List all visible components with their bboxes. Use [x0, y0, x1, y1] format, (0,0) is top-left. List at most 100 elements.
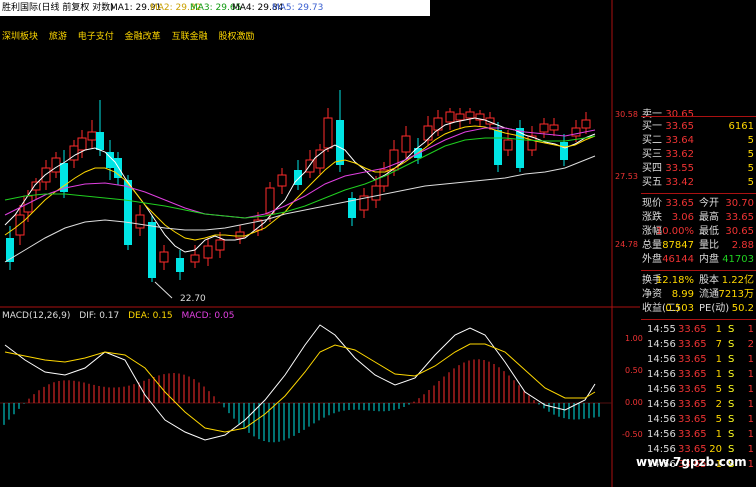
- candlesticks: [6, 90, 591, 282]
- stat-label: 最低: [699, 226, 719, 237]
- tick-time: 14:56: [647, 414, 676, 425]
- tick-count: 1: [747, 459, 754, 470]
- tick-time: 14:55: [647, 324, 676, 335]
- tick-side: S: [728, 429, 735, 440]
- bid-row: 买一 33.65 6161: [641, 120, 756, 134]
- stat-row: 净资 8.99 流通 7213万: [641, 288, 756, 302]
- candle-body: [539, 123, 549, 133]
- stat-label: 今开: [699, 198, 719, 209]
- bid-label: 买四: [642, 163, 662, 174]
- dif-line: [4, 324, 596, 441]
- candle-body: [159, 251, 169, 263]
- tick-count: 1: [747, 384, 754, 395]
- low-marker-line: [154, 281, 173, 299]
- tick-count: 1: [747, 414, 754, 425]
- bid-price: 33.64: [665, 135, 694, 146]
- tick-count: 2: [747, 339, 754, 350]
- tick-volume: 1: [715, 429, 722, 440]
- tick-count: 1: [747, 429, 754, 440]
- bid-row: 买三 33.62 5: [641, 148, 756, 162]
- tick-price: 33.65: [678, 414, 707, 425]
- tick-side: S: [728, 414, 735, 425]
- macd-value: MACD: 0.05: [181, 311, 235, 321]
- stat-label: 量比: [699, 240, 719, 251]
- tick-time: 14:56: [647, 429, 676, 440]
- bid-price: 33.65: [665, 121, 694, 132]
- stat-row: 换手 12.18% 股本 1.22亿: [641, 274, 756, 288]
- dea-value: DEA: 0.15: [128, 311, 173, 321]
- kline-chart[interactable]: [0, 0, 640, 487]
- stat-label: 内盘: [699, 254, 719, 265]
- candle-body: [135, 214, 145, 229]
- tick-side: S: [728, 369, 735, 380]
- watermark: www.7gpzb.com: [636, 455, 747, 469]
- candle-body: [31, 181, 41, 191]
- tick-side: S: [728, 339, 735, 350]
- tick-side: S: [728, 354, 735, 365]
- tick-time: 14:56: [647, 369, 676, 380]
- candle-body: [203, 245, 213, 259]
- bid-label: 买二: [642, 135, 662, 146]
- tick-price: 33.65: [678, 369, 707, 380]
- bid-label: 买三: [642, 149, 662, 160]
- stat-value: 0.503: [665, 303, 694, 314]
- stat-label: 最高: [699, 212, 719, 223]
- candle-body: [503, 139, 513, 151]
- bid-volume: 6161: [728, 121, 754, 132]
- tick-count: 1: [747, 369, 754, 380]
- stat-value: 7213万: [718, 289, 754, 300]
- tick-side: S: [728, 399, 735, 410]
- stat-value: 1.22亿: [721, 275, 754, 286]
- divider: [641, 319, 756, 320]
- candle-body: [323, 117, 333, 149]
- stat-value: 30.65: [725, 226, 754, 237]
- tick-count: 1: [747, 444, 754, 455]
- bid-price: 33.55: [665, 163, 694, 174]
- tick-time: 14:56: [647, 354, 676, 365]
- candle-body: [277, 174, 287, 187]
- tick-count: 1: [747, 324, 754, 335]
- stat-row: 外盘 46144 内盘 41703: [641, 253, 756, 267]
- tick-row: 14:56 33.65 5 S 1: [641, 383, 756, 397]
- candle-body: [51, 157, 61, 173]
- tick-price: 33.65: [678, 399, 707, 410]
- candle-body: [445, 111, 455, 123]
- bid-row: 买二 33.64 5: [641, 134, 756, 148]
- candle-body: [581, 119, 591, 129]
- stat-label: 流通: [699, 289, 719, 300]
- candle-body: [423, 125, 433, 141]
- tick-row: 14:56 33.65 1 S 1: [641, 368, 756, 382]
- stat-row: 收益(二) 0.503 PE(动) 50.2: [641, 302, 756, 316]
- tick-side: S: [728, 324, 735, 335]
- bid-volume: 5: [747, 163, 754, 174]
- macd-label[interactable]: MACD(12,26,9): [2, 311, 70, 321]
- candle-body: [560, 142, 568, 160]
- stat-label: 股本: [699, 275, 719, 286]
- tick-volume: 5: [715, 384, 722, 395]
- tick-count: 1: [747, 399, 754, 410]
- candle-body: [124, 180, 132, 245]
- tick-time: 14:56: [647, 339, 676, 350]
- bid-volume: 5: [747, 149, 754, 160]
- tick-price: 33.65: [678, 429, 707, 440]
- tick-time: 14:56: [647, 399, 676, 410]
- stat-label: 外盘: [642, 254, 662, 265]
- candle-body: [235, 231, 245, 239]
- stat-label: 总量: [642, 240, 662, 251]
- divider: [641, 270, 756, 271]
- candle-body: [87, 131, 97, 141]
- stat-row: 总量 87847 量比 2.88: [641, 239, 756, 253]
- tick-volume: 1: [715, 354, 722, 365]
- candle-body: [41, 167, 51, 183]
- candle-body: [549, 124, 559, 131]
- stat-value: 33.65: [665, 198, 694, 209]
- bid-label: 买五: [642, 177, 662, 188]
- stat-value: 41703: [722, 254, 754, 265]
- dif-value: DIF: 0.17: [79, 311, 120, 321]
- candle-body: [336, 120, 344, 165]
- tick-volume: 5: [715, 414, 722, 425]
- tick-volume: 1: [715, 324, 722, 335]
- quote-panel: 卖一 30.65 买一 33.65 6161 买二 33.64 5 买三 33.62 5 买…: [641, 108, 756, 487]
- bid-row: 买四 33.55 5: [641, 162, 756, 176]
- stat-label: 净资: [642, 289, 662, 300]
